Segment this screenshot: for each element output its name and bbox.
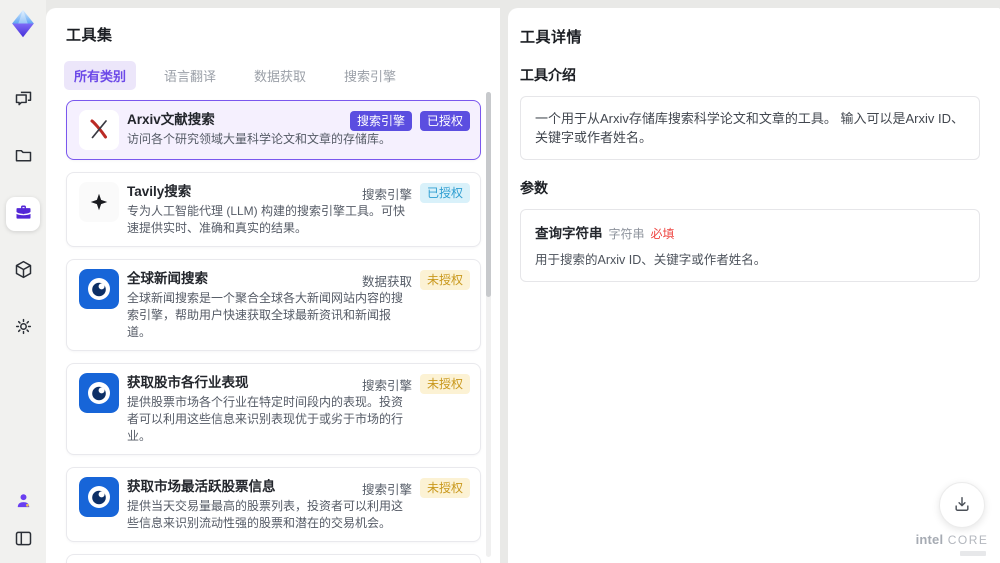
param-box: 查询字符串 字符串 必填 用于搜索的Arxiv ID、关键字或作者姓名。 — [520, 209, 980, 282]
page-title: 工具集 — [66, 27, 113, 44]
sidebar-item-plugins[interactable] — [6, 254, 40, 288]
active-stocks-icon — [79, 477, 119, 517]
tool-list: Arxiv文献搜索 访问各个研究领域大量科学论文和文章的存储库。 搜索引擎 已授… — [66, 100, 481, 563]
tab-data-fetch[interactable]: 数据获取 — [244, 61, 316, 90]
tool-card-regional-news[interactable]: 万维地区新闻查询 查询具体行政区划内的新闻，快速了解各地新闻动 搜索引擎 未授权 — [66, 554, 481, 563]
sidebar-nav — [6, 83, 40, 345]
tool-card-global-news[interactable]: 全球新闻搜索 全球新闻搜索是一个聚合全球各大新闻网站内容的搜索引擎，帮助用户快速… — [66, 259, 481, 351]
tool-description: 全球新闻搜索是一个聚合全球各大新闻网站内容的搜索引擎，帮助用户快速获取全球最新资… — [127, 291, 404, 339]
chat-icon — [13, 88, 34, 112]
news-search-icon — [79, 269, 119, 309]
auth-status-badge: 已授权 — [419, 111, 470, 131]
brand-subtext-bar — [960, 551, 986, 556]
category-label: 搜索引擎 — [361, 187, 412, 202]
auth-status-badge: 未授权 — [419, 478, 470, 498]
download-icon — [952, 494, 972, 517]
intro-text: 一个用于从Arxiv存储库搜索科学论文和文章的工具。 输入可以是Arxiv ID… — [535, 111, 965, 145]
toolbox-icon — [13, 202, 34, 226]
tool-description: 提供股票市场各个行业在特定时间段内的表现。投资者可以利用这些信息来识别表现优于或… — [127, 395, 404, 443]
tab-language-translation[interactable]: 语言翻译 — [154, 61, 226, 90]
intro-heading: 工具介绍 — [520, 67, 576, 83]
params-heading: 参数 — [520, 180, 548, 196]
category-tabs: 所有类别 语言翻译 数据获取 搜索引擎 — [64, 61, 500, 90]
stock-sector-icon — [79, 373, 119, 413]
settings-icon — [13, 316, 34, 340]
sidebar-item-tools[interactable] — [6, 197, 40, 231]
auth-status-badge: 未授权 — [419, 374, 470, 394]
category-badge: 搜索引擎 — [349, 111, 412, 131]
param-name: 查询字符串 — [535, 226, 603, 241]
download-button[interactable] — [939, 482, 985, 528]
tool-description: 专为人工智能代理 (LLM) 构建的搜索引擎工具。可快速提供实时、准确和真实的结… — [127, 204, 406, 235]
detail-title: 工具详情 — [520, 29, 583, 46]
intro-box: 一个用于从Arxiv存储库搜索科学论文和文章的工具。 输入可以是Arxiv ID… — [520, 96, 980, 160]
tab-search-engine[interactable]: 搜索引擎 — [334, 61, 406, 90]
tool-list-panel: 工具集 所有类别 语言翻译 数据获取 搜索引擎 Arxiv文献搜索 访问各个研究… — [46, 8, 500, 563]
arxiv-icon — [79, 110, 119, 150]
brand-intel: intel — [915, 532, 944, 547]
app-logo-icon[interactable] — [6, 7, 40, 41]
category-label: 搜索引擎 — [361, 378, 412, 393]
tool-card-active-stocks[interactable]: 获取市场最活跃股票信息 提供当天交易量最高的股票列表，投资者可以利用这些信息来识… — [66, 467, 481, 542]
sidebar-item-collapse[interactable] — [6, 527, 40, 553]
tavily-icon — [79, 182, 119, 222]
param-description: 用于搜索的Arxiv ID、关键字或作者姓名。 — [535, 253, 767, 267]
tool-card-stock-sector[interactable]: 获取股市各行业表现 提供股票市场各个行业在特定时间段内的表现。投资者可以利用这些… — [66, 363, 481, 455]
brand-core: CORE — [947, 533, 989, 547]
sidebar — [0, 0, 46, 563]
sidebar-item-user[interactable] — [6, 489, 40, 515]
folder-icon — [13, 145, 34, 169]
auth-status-badge: 未授权 — [419, 270, 470, 290]
cube-icon — [13, 259, 34, 283]
scrollbar-thumb[interactable] — [486, 92, 491, 297]
app-root: 工具集 所有类别 语言翻译 数据获取 搜索引擎 Arxiv文献搜索 访问各个研究… — [0, 0, 1000, 563]
intel-core-logo: intel CORE — [914, 531, 990, 556]
tool-card-arxiv[interactable]: Arxiv文献搜索 访问各个研究领域大量科学论文和文章的存储库。 搜索引擎 已授… — [66, 100, 481, 160]
param-required-badge: 必填 — [650, 227, 675, 241]
param-type: 字符串 — [608, 227, 645, 241]
tab-all-categories[interactable]: 所有类别 — [64, 61, 137, 90]
tool-detail-panel: 工具详情 工具介绍 一个用于从Arxiv存储库搜索科学论文和文章的工具。 输入可… — [508, 8, 1000, 563]
sidebar-item-chat[interactable] — [6, 83, 40, 117]
collapse-panel-icon — [13, 528, 34, 552]
tool-card-tavily[interactable]: Tavily搜索 专为人工智能代理 (LLM) 构建的搜索引擎工具。可快速提供实… — [66, 172, 481, 247]
scrollbar-track[interactable] — [486, 92, 491, 557]
sidebar-item-files[interactable] — [6, 140, 40, 174]
category-label: 搜索引擎 — [361, 482, 412, 497]
sidebar-item-settings[interactable] — [6, 311, 40, 345]
category-label: 数据获取 — [361, 274, 412, 289]
auth-status-badge: 已授权 — [419, 183, 470, 203]
user-icon — [13, 490, 34, 514]
sidebar-bottom — [0, 489, 46, 553]
tool-description: 提供当天交易量最高的股票列表，投资者可以利用这些信息来识别流动性强的股票和潜在的… — [127, 499, 404, 530]
tool-description: 访问各个研究领域大量科学论文和文章的存储库。 — [127, 132, 392, 146]
